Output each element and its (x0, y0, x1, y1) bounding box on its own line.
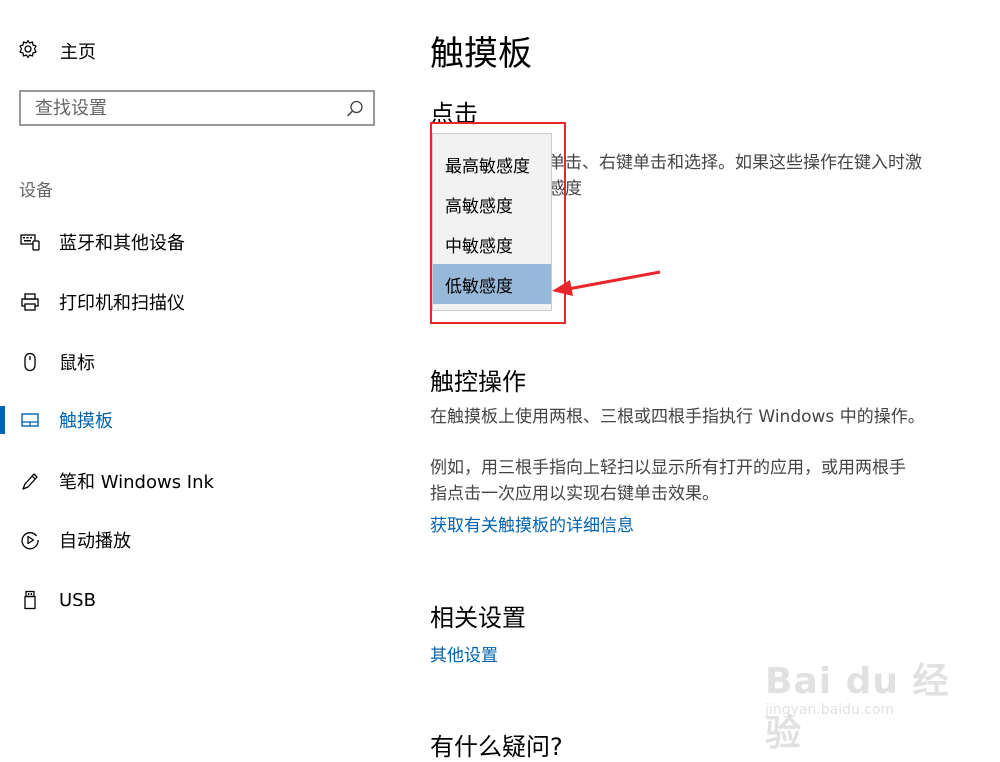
watermark-sub: jingyan.baidu.com (765, 702, 895, 718)
other-settings-link[interactable]: 其他设置 (430, 641, 498, 666)
sidebar-item-autoplay[interactable]: 自动播放 (0, 518, 390, 562)
gestures-example-line2: 指点击一次应用以实现右键单击效果。 (430, 484, 719, 504)
sidebar-item-label: 触摸板 (59, 411, 113, 432)
usb-icon (18, 588, 42, 612)
mouse-icon (18, 350, 42, 374)
gestures-example-line1: 例如，用三根手指向上轻扫以显示所有打开的应用，或用两根手 (430, 458, 906, 478)
sidebar-item-touchpad[interactable]: 触摸板 (0, 398, 390, 442)
tap-description: 单击、右键单击和选择。如果这些操作在键入时激 (548, 153, 922, 173)
section-label-devices: 设备 (19, 181, 53, 201)
sidebar-item-bluetooth[interactable]: 蓝牙和其他设备 (0, 220, 390, 264)
nav-home[interactable]: 主页 (18, 36, 96, 66)
search-input[interactable] (21, 92, 349, 124)
active-indicator (0, 406, 5, 434)
sidebar-item-label: 自动播放 (59, 531, 131, 552)
section-heading-faq: 有什么疑问? (430, 733, 563, 761)
annotation-highlight-box (430, 122, 566, 324)
bluetooth-devices-icon (18, 230, 42, 254)
touchpad-icon (18, 408, 42, 432)
sidebar-item-printers[interactable]: 打印机和扫描仪 (0, 280, 390, 324)
touchpad-info-link[interactable]: 获取有关触摸板的详细信息 (430, 511, 634, 536)
section-heading-gestures: 触控操作 (430, 368, 526, 396)
printer-icon (18, 290, 42, 314)
page-title: 触摸板 (430, 34, 532, 74)
sidebar-item-label: 打印机和扫描仪 (59, 293, 185, 314)
annotation-arrow-icon (552, 270, 661, 296)
section-heading-related: 相关设置 (430, 604, 526, 632)
baidu-watermark: Bai du 经验 jingyan.baidu.com (765, 650, 985, 754)
sidebar-item-label: USB (59, 589, 96, 611)
sidebar-item-label: 鼠标 (59, 353, 95, 374)
settings-search-box[interactable] (19, 90, 375, 126)
pen-icon (18, 469, 42, 493)
sidebar-item-mouse[interactable]: 鼠标 (0, 340, 390, 384)
sidebar-item-label: 蓝牙和其他设备 (59, 233, 185, 254)
search-icon[interactable] (345, 99, 365, 123)
sidebar-item-usb[interactable]: USB (0, 578, 390, 622)
gestures-description: 在触摸板上使用两根、三根或四根手指执行 Windows 中的操作。 (430, 407, 925, 427)
sidebar-item-label: 笔和 Windows Ink (59, 472, 214, 493)
autoplay-icon (18, 528, 42, 552)
nav-home-label: 主页 (60, 42, 96, 63)
gear-icon (18, 39, 38, 63)
sidebar-item-pen[interactable]: 笔和 Windows Ink (0, 459, 390, 503)
